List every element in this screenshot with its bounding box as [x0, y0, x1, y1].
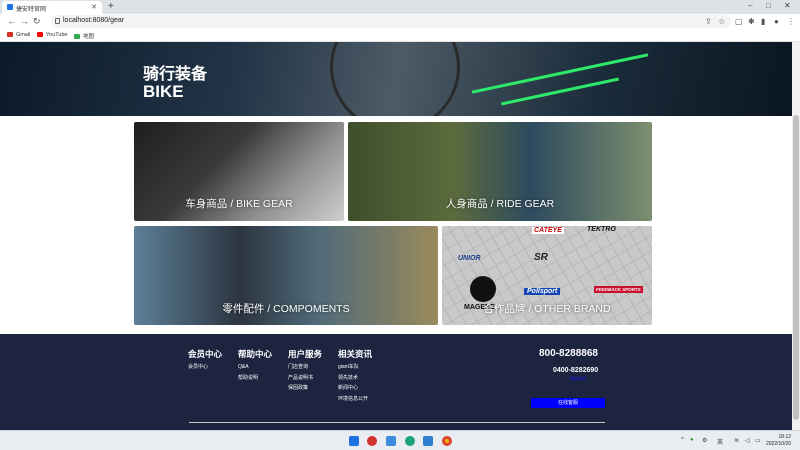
forward-icon[interactable]: →	[20, 16, 29, 26]
sidebar-icon[interactable]: ▮	[761, 17, 765, 26]
footer-link[interactable]: 环境信息公开	[338, 394, 372, 405]
volume-icon[interactable]: ◁	[745, 437, 750, 444]
category-card-bike-gear[interactable]: 车身商品 / BIKE GEAR	[134, 122, 344, 221]
browser-tab[interactable]: 捷安特官网 ✕	[2, 1, 102, 14]
windows-start-icon[interactable]	[349, 436, 359, 446]
tab-title: 捷安特官网	[16, 7, 47, 13]
hero-title: 骑行装备	[143, 64, 208, 83]
category-label: 车身商品 / BIKE GEAR	[185, 198, 293, 210]
footer-link[interactable]: 保固政策	[288, 383, 322, 394]
new-tab-button[interactable]: +	[108, 1, 114, 12]
calendar-app-icon[interactable]	[386, 436, 396, 446]
wifi-icon[interactable]: ≋	[734, 437, 739, 444]
footer-link[interactable]: 新闻中心	[338, 383, 372, 394]
bookmark-gmail[interactable]: Gmail	[7, 32, 30, 38]
footer-link[interactable]: 会员中心	[188, 362, 222, 373]
url-text: localhost:8080/gear	[63, 17, 125, 24]
youtube-icon	[37, 32, 43, 37]
maximize-icon[interactable]: □	[766, 1, 771, 10]
minimize-icon[interactable]: –	[748, 1, 752, 10]
reload-icon[interactable]: ↻	[33, 16, 41, 27]
close-window-icon[interactable]: ✕	[784, 1, 791, 10]
browser-tab-bar: 捷安特官网 ✕ + – □ ✕	[0, 0, 800, 14]
footer-link[interactable]: 门店查询	[288, 362, 322, 373]
footer-heading: 帮助中心	[238, 349, 273, 359]
category-card-components[interactable]: 零件配件 / COMPOMENTS	[134, 226, 438, 325]
brand-logo: Pollsport	[524, 288, 561, 295]
ime-icon[interactable]: 英	[717, 437, 723, 446]
footer-heading: 用户服务	[288, 349, 323, 359]
bookmarks-bar: Gmail YouTube 地图	[0, 30, 800, 42]
category-card-ride-gear[interactable]: 人身商品 / RIDE GEAR	[348, 122, 652, 221]
footer-link[interactable]: 产品说明书	[288, 373, 322, 384]
extension-icon[interactable]: ▢	[735, 17, 743, 26]
footer-link[interactable]: 帮助说明	[238, 373, 272, 384]
magene-logo-icon	[470, 276, 496, 302]
chrome-icon[interactable]	[442, 436, 452, 446]
edge-browser-icon[interactable]	[405, 436, 415, 446]
footer-divider	[189, 422, 605, 423]
footer-link[interactable]: giant车队	[338, 362, 372, 373]
maps-icon	[74, 34, 80, 39]
brand-logo: TEKTRO	[587, 226, 616, 233]
system-clock[interactable]: 18:12 2022/10/20	[766, 434, 791, 448]
site-info-icon[interactable]	[55, 18, 60, 24]
footer-column-news: 相关资讯 giant车队 领先技术 新闻中心 环境信息公开	[338, 348, 372, 404]
puzzle-icon[interactable]: ✱	[748, 17, 755, 26]
footer-link[interactable]: Q&A	[238, 362, 272, 373]
browser-toolbar: ← → ↻ localhost:8080/gear ⇪ ☆ ▢ ✱ ▮ ● ⋮	[0, 14, 800, 30]
netease-music-icon[interactable]	[367, 436, 377, 446]
tray-chevron-icon[interactable]: ^	[681, 437, 684, 443]
brand-logo: UNIOR	[458, 255, 481, 262]
gmail-icon	[7, 32, 13, 37]
category-label: 人身商品 / RIDE GEAR	[445, 198, 555, 210]
site-favicon-icon	[7, 4, 13, 10]
brand-logo: FEEDBACK SPORTS	[594, 286, 643, 293]
bike-frame-stripe	[471, 53, 649, 94]
tray-app-icon[interactable]: ●	[690, 437, 694, 443]
footer-column-help: 帮助中心 Q&A 帮助说明	[238, 348, 272, 383]
alt-hotline-number: 0400-8282690	[553, 367, 599, 374]
hotline-tag: 服务热线	[570, 376, 586, 381]
brand-logo: CATEYE	[532, 227, 564, 234]
address-bar[interactable]: localhost:8080/gear	[51, 15, 731, 28]
site-footer: 会员中心 会员中心 帮助中心 Q&A 帮助说明 用户服务 门店查询 产品说明书 …	[0, 334, 792, 430]
bookmark-maps[interactable]: 地图	[74, 32, 94, 40]
footer-column-member: 会员中心 会员中心	[188, 348, 222, 373]
footer-column-service: 用户服务 门店查询 产品说明书 保固政策	[288, 348, 322, 394]
page-scrollbar[interactable]	[792, 42, 800, 430]
category-label: 零件配件 / COMPOMENTS	[222, 303, 350, 315]
clock-date: 2022/10/20	[766, 441, 792, 447]
close-tab-icon[interactable]: ✕	[91, 3, 97, 11]
bookmark-star-icon[interactable]: ☆	[718, 17, 725, 26]
menu-icon[interactable]: ⋮	[787, 17, 795, 26]
tray-app-icon[interactable]: ⚙	[702, 437, 707, 444]
bookmark-youtube[interactable]: YouTube	[37, 32, 68, 38]
category-label: 合作品牌 / OTHER BRAND	[483, 303, 611, 315]
vscode-icon[interactable]	[423, 436, 433, 446]
brand-logo: SR	[534, 252, 548, 263]
hero-banner: 骑行装备 BIKE	[0, 42, 792, 116]
footer-heading: 会员中心	[188, 349, 223, 359]
clock-time: 18:12	[778, 434, 792, 440]
hero-subtitle: BIKE	[143, 82, 184, 101]
category-card-other-brand[interactable]: CATEYE TEKTRO UNIOR SR Pollsport FEEDBAC…	[442, 226, 652, 325]
bike-wheel-image	[330, 42, 460, 116]
scrollbar-thumb[interactable]	[793, 115, 799, 420]
hotline-number: 800-8288868	[539, 348, 598, 359]
footer-heading: 相关资讯	[338, 349, 373, 359]
footer-link[interactable]: 领先技术	[338, 373, 372, 384]
back-icon[interactable]: ←	[7, 16, 16, 26]
profile-icon[interactable]: ●	[774, 17, 779, 26]
battery-icon[interactable]: ▭	[755, 437, 761, 444]
share-icon[interactable]: ⇪	[705, 17, 712, 26]
online-service-button[interactable]: 在线客服	[531, 398, 605, 408]
os-taskbar: ^ ● ⚙ 英 ≋ ◁ ▭ 18:12 2022/10/20	[0, 430, 800, 450]
